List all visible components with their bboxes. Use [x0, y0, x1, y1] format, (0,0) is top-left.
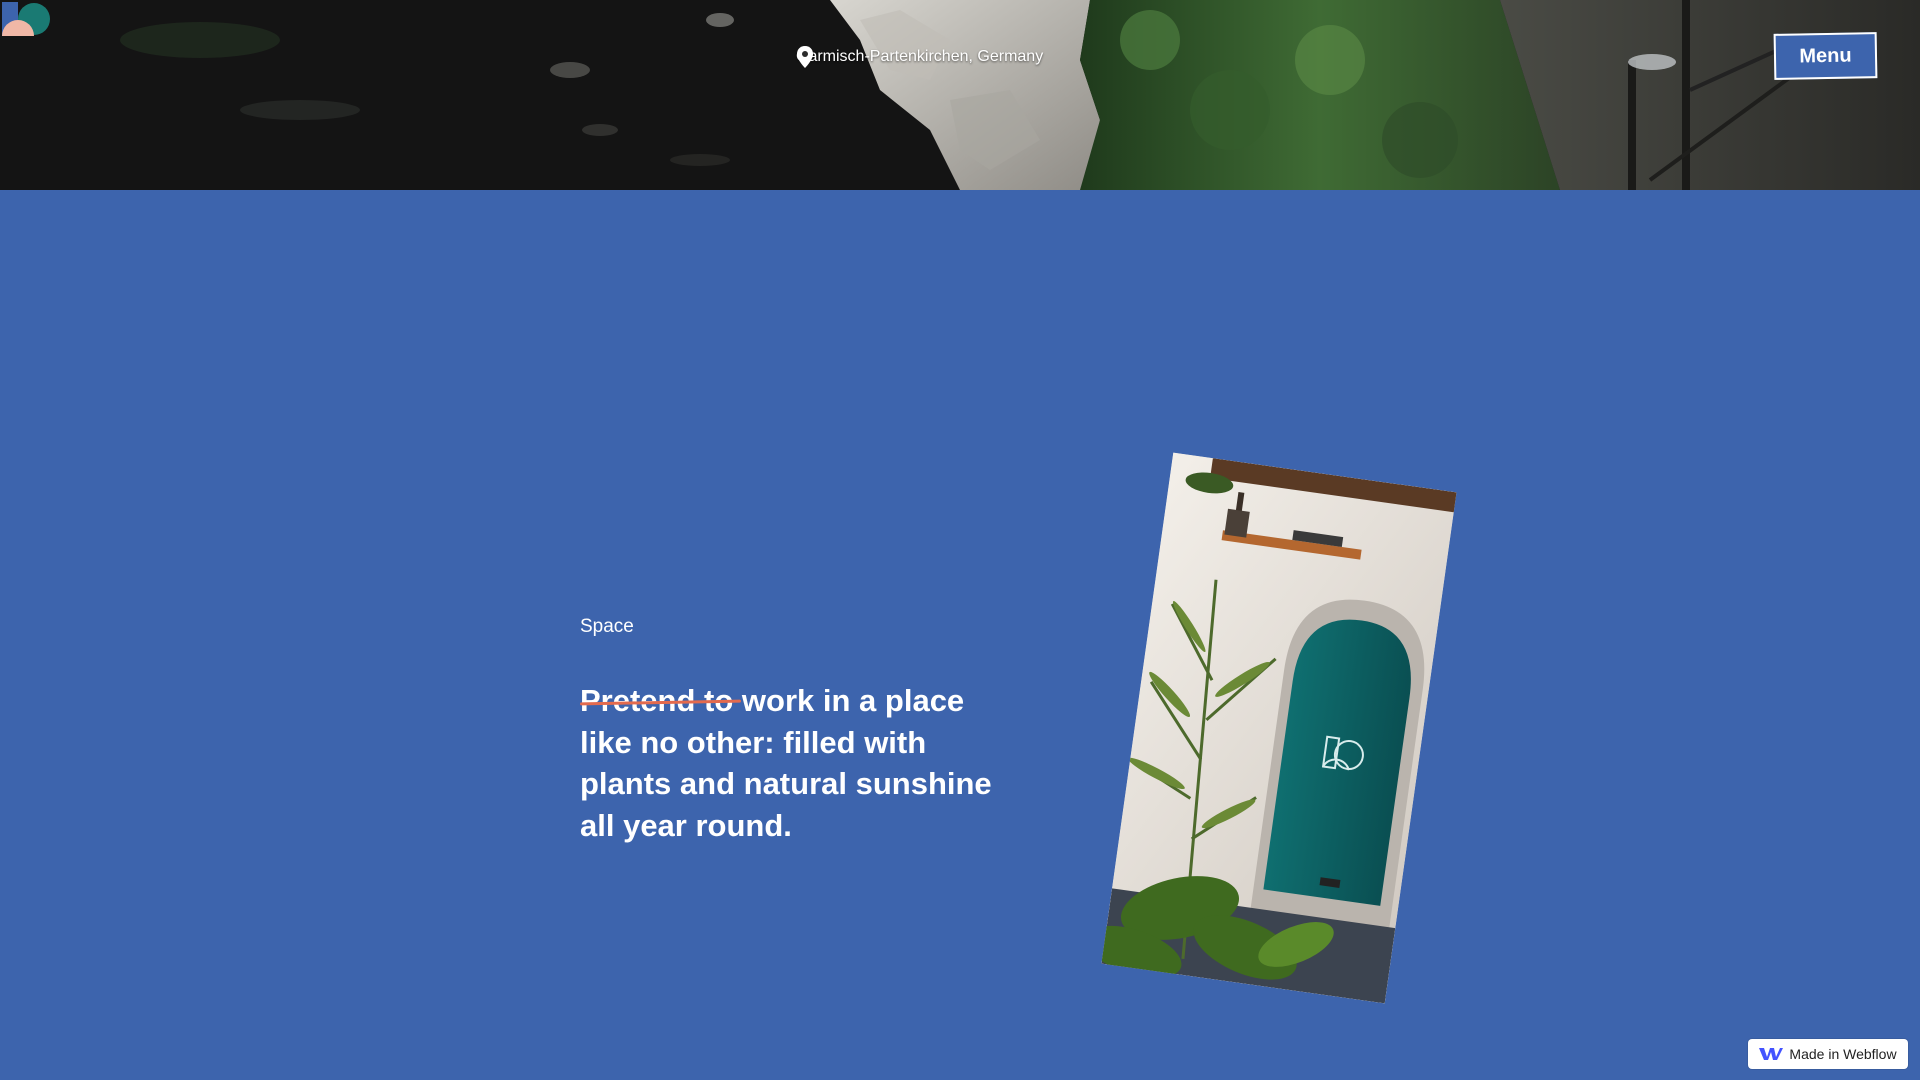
- badge-label: Made in Webflow: [1789, 1046, 1897, 1062]
- section-label: Space: [580, 616, 634, 637]
- location-label: Garmisch-Partenkirchen, Germany: [796, 46, 1043, 68]
- ko-logo-icon[interactable]: [0, 0, 56, 40]
- struck-text: Pretend to: [580, 683, 734, 718]
- location-text: Garmisch-Partenkirchen, Germany: [796, 48, 1044, 65]
- map-pin-icon: [797, 46, 813, 68]
- space-photo: [1101, 452, 1457, 1004]
- headline: Pretend to work in a place like no other…: [580, 680, 1020, 846]
- made-in-webflow-badge[interactable]: Made in Webflow: [1748, 1039, 1908, 1069]
- webflow-logo-icon: [1759, 1048, 1784, 1060]
- space-photo-illustration: [1101, 452, 1457, 1004]
- menu-button[interactable]: Menu: [1773, 32, 1878, 80]
- hero-photo-illustration: [0, 0, 1920, 190]
- page: Garmisch-Partenkirchen, Germany Menu Spa…: [0, 0, 1920, 1080]
- hero-image: Garmisch-Partenkirchen, Germany Menu: [0, 0, 1920, 190]
